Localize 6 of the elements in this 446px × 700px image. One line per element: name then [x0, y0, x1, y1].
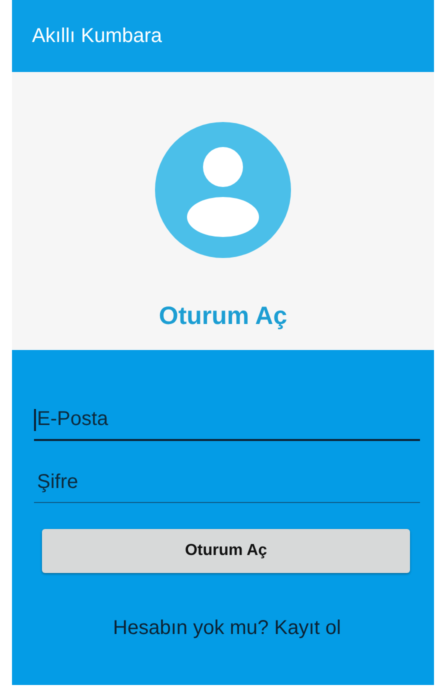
user-avatar-icon — [155, 122, 291, 258]
app-title: Akıllı Kumbara — [32, 24, 162, 48]
input-field[interactable]: Şifre — [34, 463, 420, 503]
login-button[interactable]: Oturum Aç — [42, 529, 410, 573]
page-title: Oturum Aç — [158, 302, 288, 331]
register-link[interactable]: Hesabın yok mu? Kayıt ol — [113, 617, 341, 640]
